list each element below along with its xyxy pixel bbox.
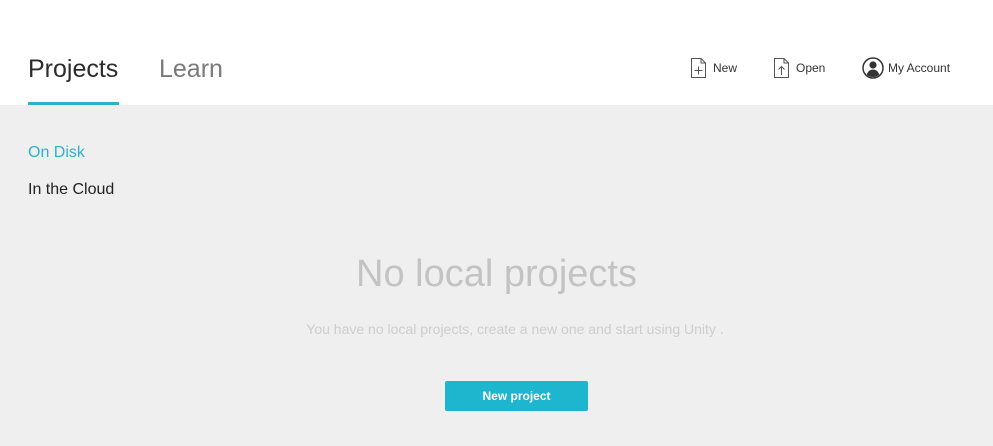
open-label: Open xyxy=(796,61,826,75)
new-button[interactable]: New xyxy=(690,56,737,80)
tab-projects[interactable]: Projects xyxy=(28,53,118,85)
projects-content: On Disk In the Cloud No local projects Y… xyxy=(0,105,993,446)
new-file-icon xyxy=(690,57,707,79)
tab-learn[interactable]: Learn xyxy=(159,53,223,85)
new-label: New xyxy=(713,61,738,75)
sidebar-item-on-disk[interactable]: On Disk xyxy=(28,143,85,163)
open-button[interactable]: Open xyxy=(773,56,825,80)
sidebar-item-in-the-cloud[interactable]: In the Cloud xyxy=(28,180,114,200)
empty-state-description: You have no local projects, create a new… xyxy=(306,321,724,337)
top-header: Projects Learn New Open My Account xyxy=(0,0,993,105)
open-file-icon xyxy=(773,57,790,79)
my-account-button[interactable]: My Account xyxy=(862,56,950,80)
my-account-label: My Account xyxy=(888,61,951,75)
empty-state-title: No local projects xyxy=(356,253,637,295)
account-icon xyxy=(862,57,884,79)
new-project-button[interactable]: New project xyxy=(445,381,588,411)
